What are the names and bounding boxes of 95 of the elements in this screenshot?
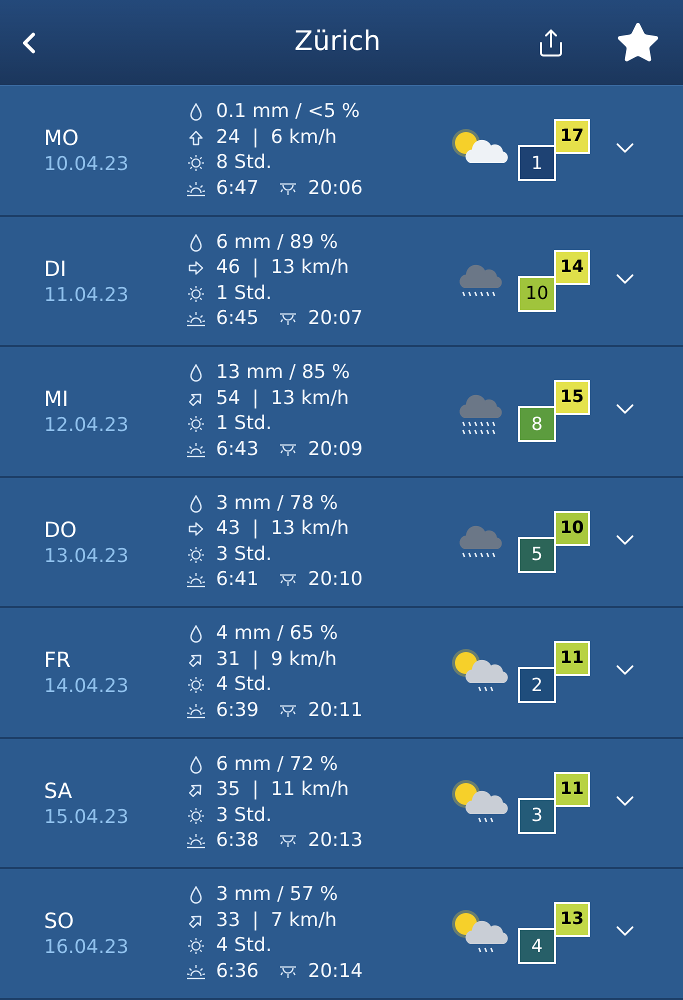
min-temperature: 1 (518, 145, 556, 182)
precipitation: 3 mm / 57 % (216, 882, 338, 908)
day-row[interactable]: DO 13.04.23 3 mm / 78 % 43 | 13 km/h 3 Std. 6:41 20:10 10 5 (0, 478, 683, 608)
sunrise-icon (186, 702, 206, 718)
sunrise-icon (186, 311, 206, 327)
date: 12.04.23 (44, 413, 130, 438)
sunshine-hours: 3 Std. (216, 542, 272, 567)
sun-icon (187, 806, 205, 824)
max-temperature: 13 (554, 902, 590, 938)
sunset-icon (278, 311, 298, 327)
weekday: FR (44, 647, 72, 674)
sunrise-icon (186, 572, 206, 588)
sunset-icon (278, 180, 298, 196)
raindrop-icon (189, 234, 203, 252)
raindrop-icon (189, 494, 203, 512)
sunrise-icon (186, 442, 206, 458)
sunshine-hours: 8 Std. (216, 150, 272, 176)
day-row[interactable]: DI 11.04.23 6 mm / 89 % 46 | 13 km/h 1 Std. 6:45 20:07 14 10 (0, 216, 683, 347)
min-temperature: 10 (518, 276, 556, 312)
max-temperature: 14 (554, 250, 590, 285)
sun-icon (187, 415, 205, 433)
min-temperature: 2 (518, 667, 556, 704)
raindrop-icon (189, 364, 203, 382)
sunset-time: 20:14 (308, 958, 363, 984)
sunset-icon (278, 702, 298, 718)
sunset-icon (278, 833, 298, 849)
sunshine-hours: 1 Std. (216, 280, 272, 306)
sunrise-icon (186, 964, 206, 980)
sun-icon (187, 937, 205, 955)
sunrise-time: 6:36 (216, 958, 260, 984)
wind: 43 | 13 km/h (216, 516, 349, 542)
wind: 24 | 6 km/h (216, 124, 337, 150)
sunset-icon (278, 442, 298, 458)
weekday: SO (44, 908, 75, 936)
date: 15.04.23 (44, 804, 130, 829)
sunshine-hours: 1 Std. (216, 411, 272, 436)
sunrise-icon (186, 180, 206, 196)
sunset-time: 20:11 (308, 698, 363, 723)
max-temperature: 10 (554, 510, 590, 546)
sunset-time: 20:13 (308, 828, 363, 854)
min-temperature: 5 (518, 536, 556, 573)
sunrise-time: 6:45 (216, 306, 260, 332)
date: 11.04.23 (44, 282, 130, 307)
weekday: MO (44, 125, 80, 152)
city-title: Zürich (293, 25, 382, 60)
date: 16.04.23 (44, 935, 130, 960)
weekday: SA (44, 778, 74, 805)
raindrop-icon (189, 886, 203, 904)
sunset-time: 20:10 (308, 567, 363, 592)
date: 10.04.23 (44, 152, 130, 176)
sunrise-time: 6:47 (216, 176, 260, 201)
sun-icon (187, 154, 205, 172)
day-row[interactable]: SA 15.04.23 6 mm / 72 % 35 | 11 km/h 3 Std. 6:38 20:13 11 3 (0, 738, 683, 869)
precipitation: 0.1 mm / <5 % (216, 99, 360, 124)
sun-icon (187, 676, 205, 694)
sunrise-time: 6:38 (216, 828, 260, 854)
sunshine-hours: 3 Std. (216, 802, 272, 828)
sun-icon (187, 546, 205, 564)
wind: 35 | 11 km/h (216, 777, 349, 802)
wind: 46 | 13 km/h (216, 255, 349, 280)
sunrise-icon (186, 833, 206, 849)
sunshine-hours: 4 Std. (216, 933, 272, 958)
precipitation: 6 mm / 89 % (216, 230, 338, 255)
wind: 31 | 9 km/h (216, 646, 337, 672)
raindrop-icon (189, 103, 203, 121)
sunset-icon (278, 964, 298, 980)
date: 14.04.23 (44, 674, 130, 698)
precipitation: 4 mm / 65 % (216, 621, 338, 646)
max-temperature: 17 (554, 119, 590, 154)
wind: 33 | 7 km/h (216, 908, 337, 933)
weekday: DO (44, 516, 78, 544)
sunset-time: 20:07 (308, 306, 363, 332)
weekday: MI (44, 386, 70, 414)
max-temperature: 11 (554, 641, 590, 676)
min-temperature: 4 (518, 928, 556, 964)
sunset-time: 20:09 (308, 436, 363, 462)
max-temperature: 15 (554, 380, 590, 416)
sunset-icon (278, 572, 298, 588)
precipitation: 13 mm / 85 % (216, 360, 350, 386)
precipitation: 6 mm / 72 % (216, 752, 338, 777)
date: 13.04.23 (44, 544, 130, 568)
sunrise-time: 6:39 (216, 698, 260, 723)
sun-icon (187, 284, 205, 302)
min-temperature: 3 (518, 798, 556, 834)
precipitation: 3 mm / 78 % (216, 490, 338, 516)
raindrop-icon (189, 625, 203, 643)
raindrop-icon (189, 756, 203, 774)
sunrise-time: 6:41 (216, 567, 260, 592)
wind: 54 | 13 km/h (216, 386, 349, 411)
weekday: DI (44, 256, 68, 283)
sunset-time: 20:06 (308, 176, 363, 201)
min-temperature: 8 (518, 406, 556, 442)
max-temperature: 11 (554, 772, 590, 807)
sunshine-hours: 4 Std. (216, 672, 272, 698)
sunrise-time: 6:43 (216, 436, 260, 462)
